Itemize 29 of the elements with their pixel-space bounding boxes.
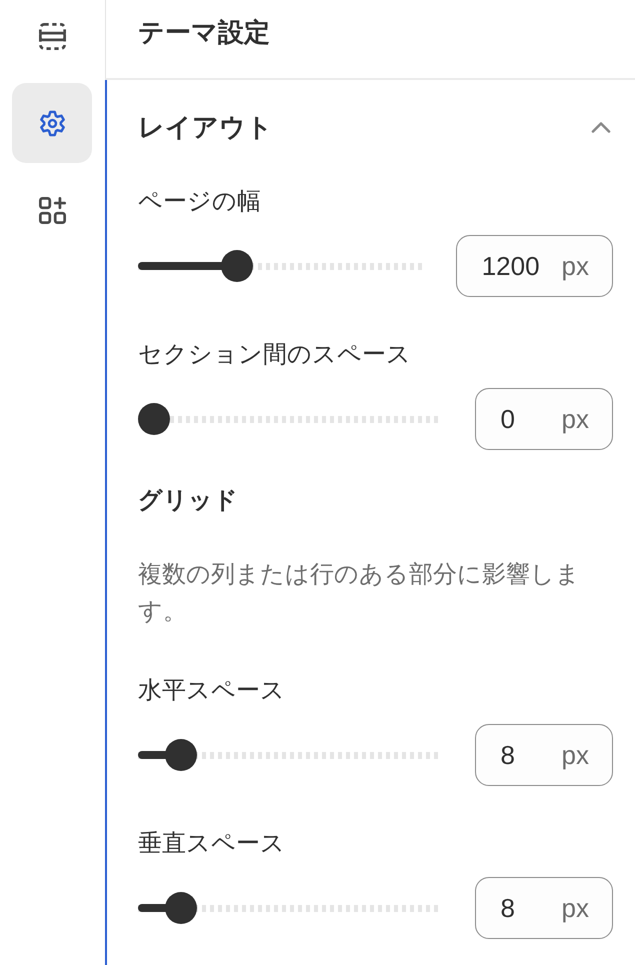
help-text: 複数の列または行のある部分に影響します。 — [138, 560, 581, 627]
unit-label: px — [562, 253, 589, 279]
number-field[interactable]: 1200 px — [456, 235, 613, 297]
sidebar-nav-button[interactable] — [12, 83, 92, 163]
unit-label: px — [562, 895, 589, 921]
field-label: 水平スペース — [138, 676, 285, 706]
slider-thumb[interactable] — [165, 892, 198, 924]
unit-label: px — [562, 742, 589, 768]
slider-thumb[interactable] — [221, 250, 254, 282]
field-label: ページの幅 — [138, 187, 261, 217]
number-field[interactable]: 8 px — [474, 724, 613, 786]
slider-thumb[interactable] — [165, 739, 198, 771]
value-input[interactable]: 8 — [500, 893, 540, 923]
value-input[interactable]: 1200 — [482, 251, 540, 281]
slider-thumb[interactable] — [138, 403, 170, 435]
gear-icon — [38, 110, 66, 136]
field-label: セクション間のスペース — [138, 340, 411, 370]
number-field[interactable]: 8 px — [474, 877, 613, 939]
field-label: 垂直スペース — [138, 829, 285, 859]
group-heading: グリッド — [138, 486, 238, 516]
section-title: レイアウト — [138, 111, 273, 144]
value-input[interactable]: 8 — [500, 740, 540, 770]
value-input[interactable]: 0 — [500, 404, 540, 434]
chevron-up-icon[interactable] — [591, 121, 611, 133]
squares-plus-icon — [38, 196, 66, 224]
number-field[interactable]: 0 px — [474, 388, 613, 450]
panel-title: テーマ設定 — [138, 16, 270, 49]
unit-label: px — [562, 406, 589, 432]
dashed-rows-icon — [38, 22, 66, 50]
